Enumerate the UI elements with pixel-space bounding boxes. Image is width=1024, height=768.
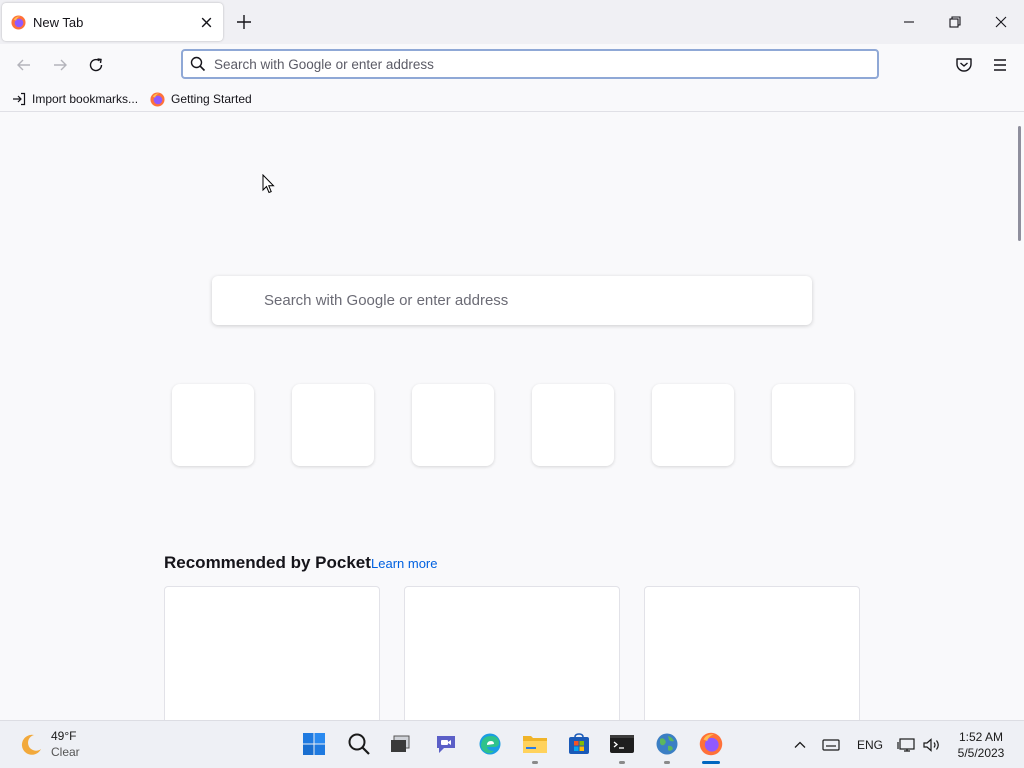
scrollbar[interactable] [1018,126,1021,241]
network-icon [897,738,915,752]
search-icon [190,56,206,72]
minimize-icon[interactable] [897,10,921,34]
start-button[interactable] [299,729,329,759]
input-language[interactable]: ENG [852,734,888,756]
top-site-tile[interactable] [532,384,614,466]
restore-icon[interactable] [943,10,967,34]
weather-condition: Clear [51,745,80,759]
top-site-tile[interactable] [652,384,734,466]
weather-temperature: 49°F [51,729,77,743]
terminal-icon [610,735,634,753]
store-icon [569,733,589,754]
new-tab-button[interactable] [233,11,255,33]
chevron-up-icon [794,741,806,748]
pocket-icon[interactable] [953,54,975,76]
file-explorer-icon [523,736,547,753]
chat-icon [437,736,455,753]
pocket-learn-more-link[interactable]: Learn more [371,556,437,571]
bookmark-label: Import bookmarks... [32,92,139,106]
top-site-tile[interactable] [292,384,374,466]
running-indicator [664,761,670,764]
top-site-tile[interactable] [772,384,854,466]
firefox-icon [11,15,26,30]
edge-icon [479,733,501,755]
pocket-story-card[interactable] [404,586,620,720]
back-arrow-icon[interactable] [13,54,35,76]
running-indicator [532,761,538,764]
tab-title: New Tab [33,15,84,30]
firefox-taskbar-button[interactable] [696,729,726,759]
show-hidden-icons-button[interactable] [789,734,811,756]
clock-time: 1:52 AM [958,730,1004,744]
store-button[interactable] [564,729,594,759]
keyboard-icon [822,739,840,751]
top-site-tile[interactable] [172,384,254,466]
speaker-icon [923,738,939,752]
reload-icon[interactable] [85,54,107,76]
newtab-search-input[interactable] [264,289,784,311]
import-icon [13,92,26,106]
bookmarks-toolbar: Import bookmarks... Getting Started [0,86,1024,112]
system-clock[interactable]: 1:52 AM 5/5/2023 [950,729,1012,761]
address-bar[interactable] [181,49,879,79]
globe-icon [656,733,678,755]
task-view-icon [391,735,410,752]
pocket-story-card[interactable] [644,586,860,720]
edge-button[interactable] [475,729,505,759]
forward-arrow-icon[interactable] [49,54,71,76]
bookmark-getting-started[interactable]: Getting Started [150,90,252,108]
close-window-icon[interactable] [989,10,1013,34]
task-view-button[interactable] [386,729,416,759]
weather-widget[interactable]: 49°F Clear [18,728,138,762]
moon-icon [21,734,41,755]
terminal-button[interactable] [607,729,637,759]
close-tab-icon[interactable] [200,16,213,29]
address-input[interactable] [214,54,854,74]
start-icon [303,733,325,755]
pocket-story-card[interactable] [164,586,380,720]
network-button[interactable] [895,734,919,756]
search-icon [348,733,370,755]
taskbar-search-button[interactable] [344,729,374,759]
newtab-search-box[interactable] [212,276,812,325]
firefox-icon [150,91,165,107]
firefox-icon [699,732,723,756]
windows-taskbar: 49°F Clear ENG 1:52 AM 5/5/2023 [0,720,1024,768]
chat-button[interactable] [431,729,461,759]
globe-button[interactable] [652,729,682,759]
bookmark-import[interactable]: Import bookmarks... [12,90,138,108]
pocket-section-title: Recommended by Pocket [164,553,371,572]
touch-keyboard-button[interactable] [820,734,842,756]
clock-date: 5/5/2023 [957,746,1005,760]
tab-strip: New Tab [0,0,1024,44]
navigation-toolbar [0,44,1024,86]
tab-new-tab[interactable]: New Tab [2,3,223,41]
hamburger-menu-icon[interactable] [989,54,1011,76]
file-explorer-button[interactable] [520,729,550,759]
mouse-cursor-icon [262,174,275,194]
bookmark-label: Getting Started [171,92,252,106]
volume-button[interactable] [920,734,944,756]
running-indicator [619,761,625,764]
new-tab-page: Recommended by Pocket Learn more [0,113,1024,720]
top-site-tile[interactable] [412,384,494,466]
active-indicator [702,761,720,764]
